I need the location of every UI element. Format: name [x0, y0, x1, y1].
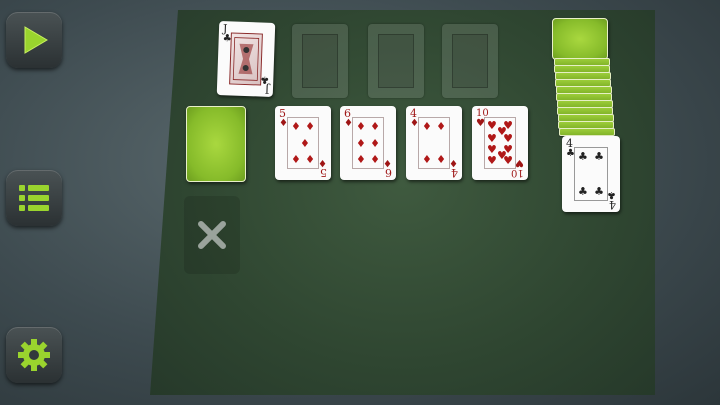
- pip-area: ♣ ♣ ♣ ♣: [574, 147, 608, 201]
- pip: ♥: [487, 119, 497, 132]
- ghost-card-art: [302, 34, 338, 88]
- stock-pile[interactable]: [552, 18, 615, 148]
- pip: ♦: [436, 120, 446, 133]
- card-rank-bottom: 5: [320, 166, 327, 179]
- discard-slot[interactable]: [184, 196, 240, 274]
- pip: ♣: [578, 185, 588, 198]
- pip: ♦: [422, 120, 432, 133]
- pip: ♦: [370, 153, 380, 166]
- pip: ♦: [370, 137, 380, 150]
- pip: ♥: [503, 154, 513, 167]
- pip-area: ♦ ♦ ♦ ♦ ♦: [287, 117, 319, 169]
- pip: ♦: [305, 153, 315, 166]
- menu-button[interactable]: [6, 170, 62, 226]
- face-card-art: [229, 32, 263, 86]
- pip: ♦: [356, 137, 366, 150]
- ghost-card-art: [378, 34, 414, 88]
- pip: ♣: [594, 185, 604, 198]
- pip: ♦: [291, 120, 301, 133]
- pip: ♦: [291, 153, 301, 166]
- foundation-slot-2[interactable]: [292, 24, 348, 98]
- pip: ♣: [594, 150, 604, 163]
- pip: ♦: [422, 153, 432, 166]
- pip: ♦: [356, 153, 366, 166]
- pip: ♥: [487, 154, 497, 167]
- tableau-card-2[interactable]: 6 ♦ ♦ ♦ ♦ ♦ ♦ ♦ ♦ 6: [340, 106, 396, 180]
- ghost-card-art: [452, 34, 488, 88]
- card-rank-bottom: 10: [511, 167, 524, 178]
- play-icon: [24, 26, 48, 54]
- card-rank-bottom: J: [264, 82, 270, 96]
- pip: ♦: [370, 120, 380, 133]
- pip: ♦: [436, 153, 446, 166]
- pip: ♦: [356, 120, 366, 133]
- pip: ♦: [305, 120, 315, 133]
- stock-top-back: [552, 18, 608, 60]
- gear-icon: [18, 339, 50, 371]
- list-menu-icon: [19, 185, 49, 211]
- play-button[interactable]: [6, 12, 62, 68]
- card-rank-bottom: 4: [451, 166, 458, 179]
- foundation-slot-4[interactable]: [442, 24, 498, 98]
- pip: ♦: [300, 137, 310, 150]
- card-suit-bottom: ♥: [515, 157, 524, 168]
- stock-card-edge: [559, 128, 615, 136]
- pip: ♣: [578, 150, 588, 163]
- tableau-card-4[interactable]: 10 ♥ ♥ ♥ ♥ ♥ ♥ ♥ ♥ ♥ ♥ ♥ ♥ 10: [472, 106, 528, 180]
- tableau-card-3[interactable]: 4 ♦ ♦ ♦ ♦ ♦ ♦ 4: [406, 106, 462, 180]
- card-rank-bottom: 4: [609, 198, 616, 211]
- foundation-slot-3[interactable]: [368, 24, 424, 98]
- draw-pile[interactable]: [186, 106, 246, 182]
- close-icon: [198, 221, 226, 249]
- foundation-card-jack-clubs[interactable]: J ♣ ♣ J: [216, 21, 276, 97]
- pip-area: ♥ ♥ ♥ ♥ ♥ ♥ ♥ ♥ ♥ ♥: [484, 117, 516, 169]
- settings-button[interactable]: [6, 327, 62, 383]
- pip-area: ♦ ♦ ♦ ♦: [418, 117, 450, 169]
- card-rank-bottom: 6: [385, 166, 392, 179]
- pip-area: ♦ ♦ ♦ ♦ ♦ ♦: [352, 117, 384, 169]
- waste-card[interactable]: 4 ♣ ♣ ♣ ♣ ♣ ♣ 4: [562, 136, 620, 212]
- tableau-card-1[interactable]: 5 ♦ ♦ ♦ ♦ ♦ ♦ ♦ 5: [275, 106, 331, 180]
